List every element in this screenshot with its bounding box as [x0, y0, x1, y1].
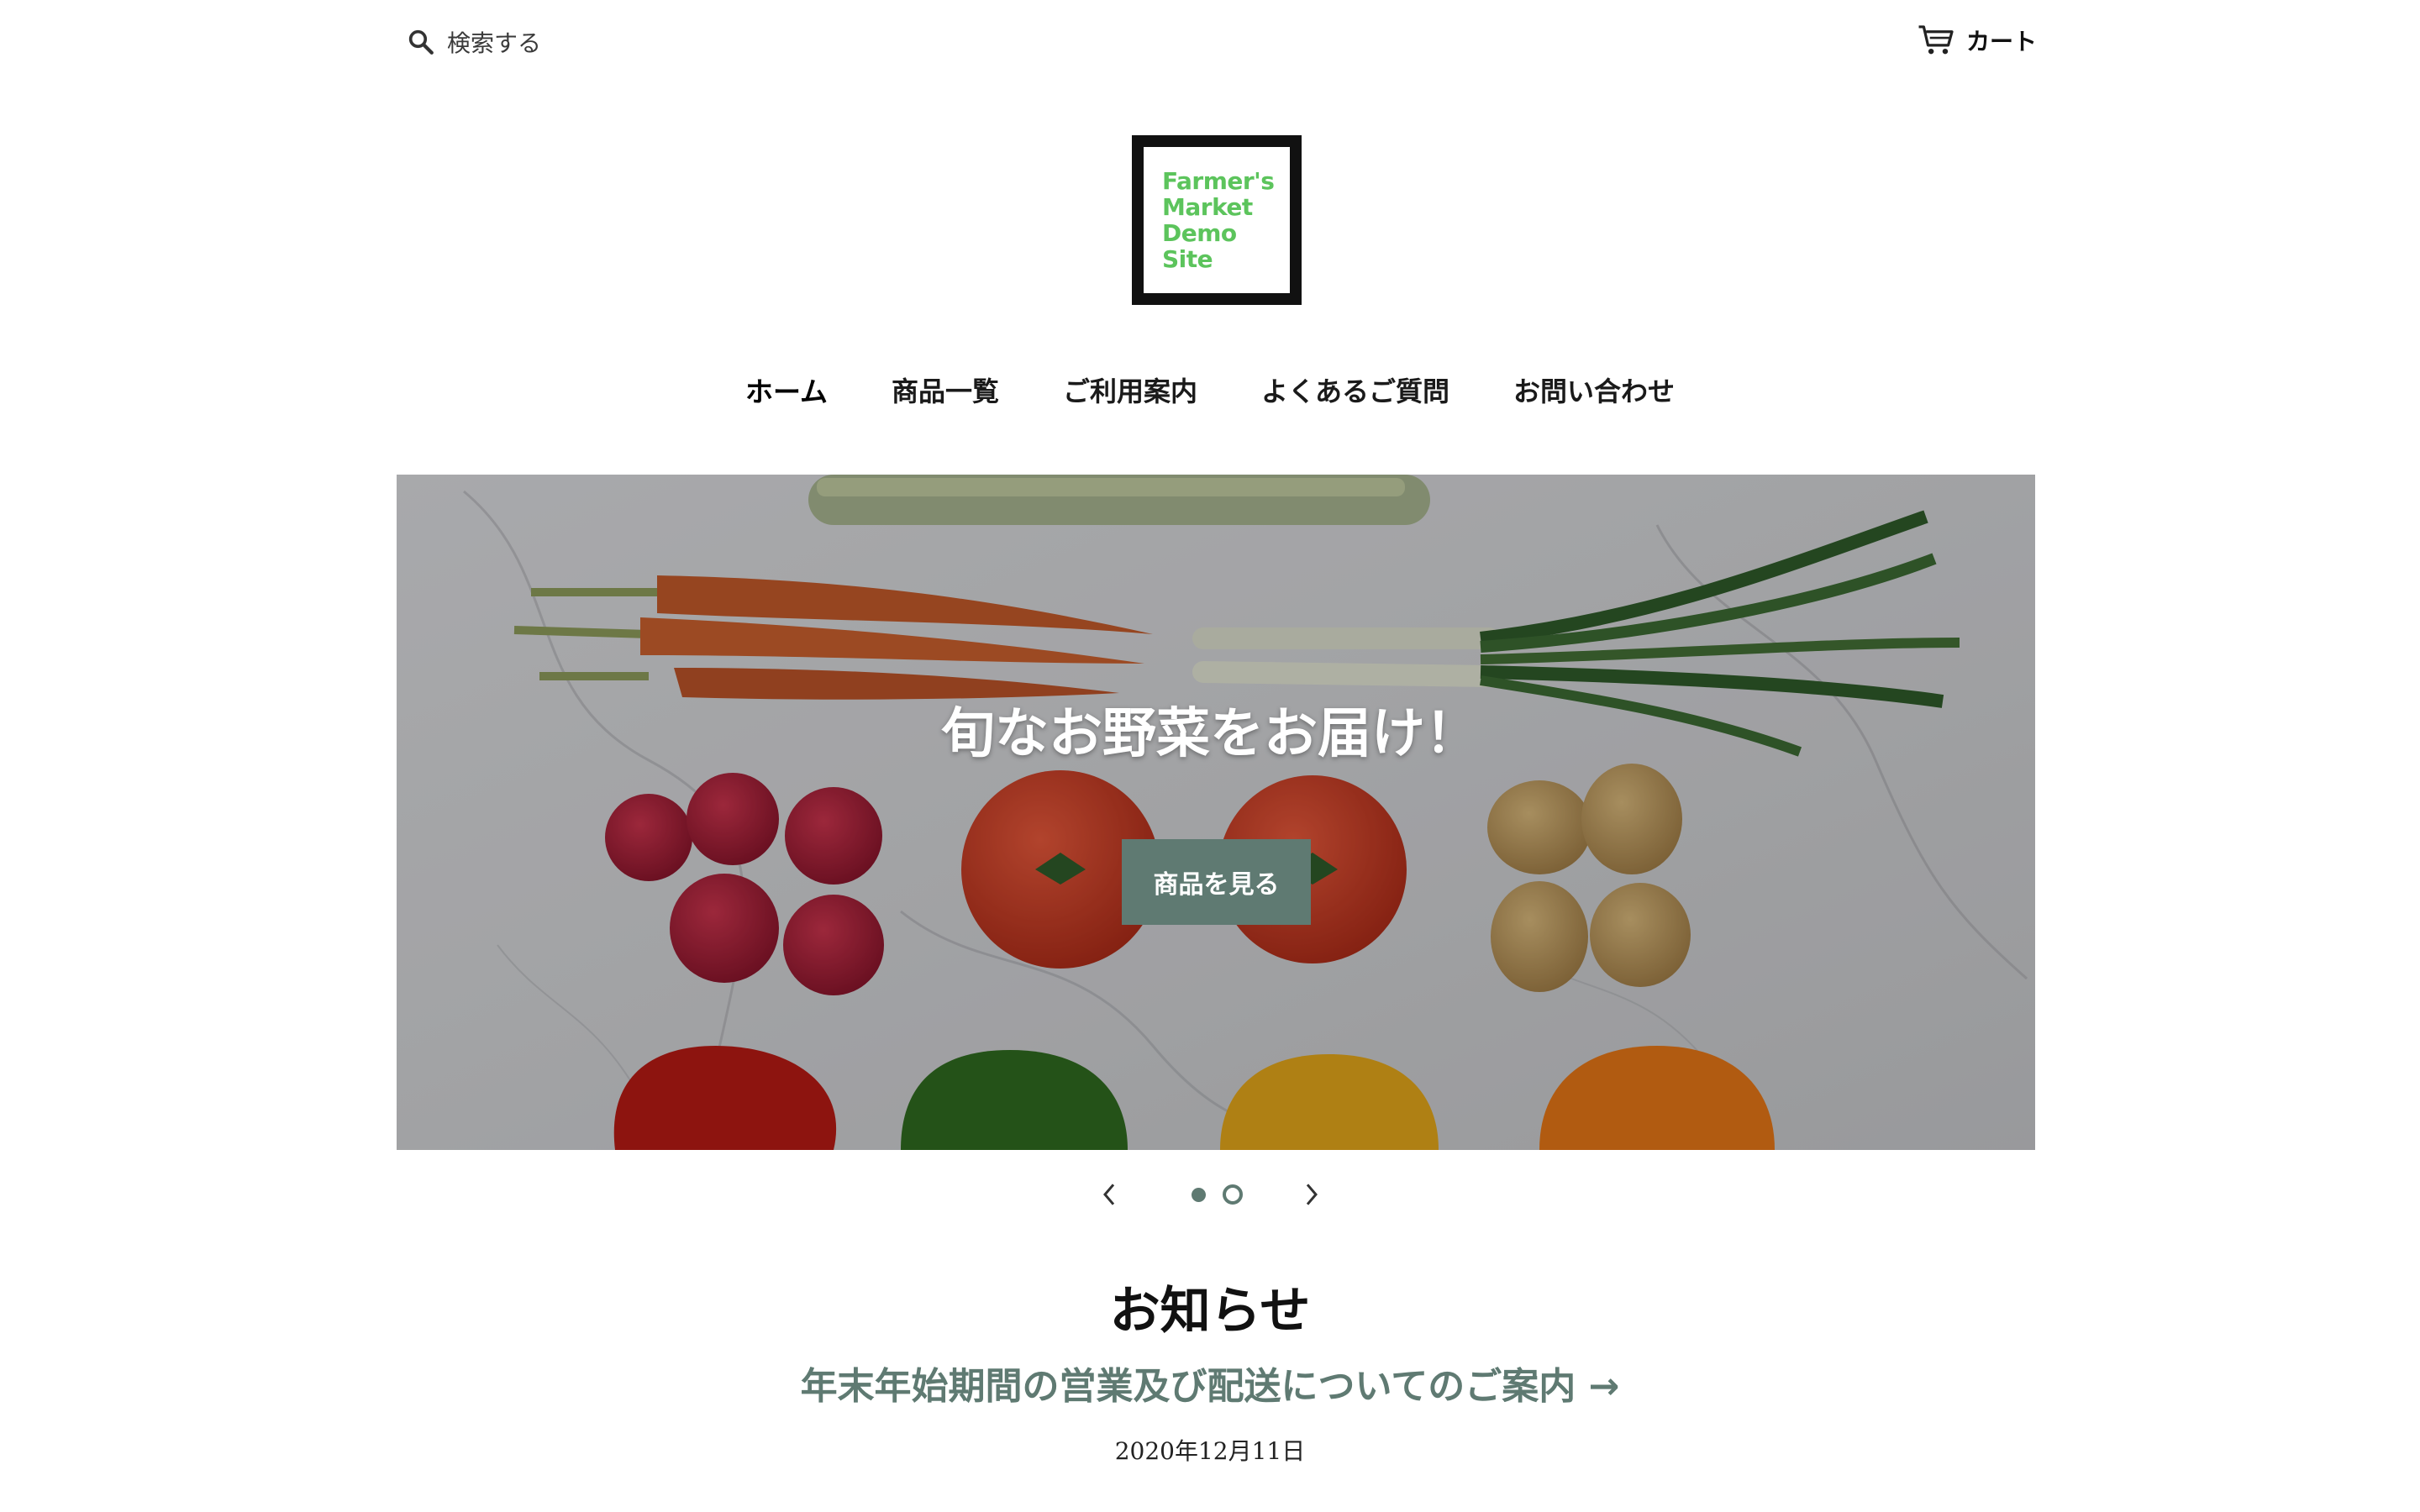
chevron-left-icon	[1102, 1184, 1114, 1205]
logo-text: Farmer's Market Demo Site	[1162, 167, 1275, 273]
logo-line: Farmer's	[1162, 167, 1275, 195]
slider-prev-button[interactable]	[1091, 1176, 1128, 1213]
nav-item-contact[interactable]: お問い合わせ	[1513, 370, 1675, 409]
nav-item-products[interactable]: 商品一覧	[892, 370, 999, 409]
slider-dot-2[interactable]	[1222, 1184, 1243, 1205]
search-icon	[408, 29, 434, 55]
search-field[interactable]: 検索する	[407, 24, 541, 60]
main-navigation: ホーム 商品一覧 ご利用案内 よくあるご質問 お問い合わせ	[0, 366, 2420, 413]
news-article-link[interactable]: 年末年始期間の営業及び配送についてのご案内 →	[0, 1356, 2420, 1410]
nav-item-faq[interactable]: よくあるご質問	[1261, 370, 1449, 409]
hero-slide-image	[397, 475, 2035, 1150]
cart-icon	[1918, 25, 1954, 55]
hero-title: 旬なお野菜をお届け！	[941, 703, 1479, 765]
storefront-page: 検索する カート Farmer's Market Demo Site ホーム 商…	[0, 0, 2420, 1512]
nav-item-guide[interactable]: ご利用案内	[1063, 370, 1197, 409]
logo-line: Site	[1162, 245, 1213, 273]
slider-controls	[0, 1176, 2420, 1213]
search-placeholder: 検索する	[447, 29, 542, 57]
cart-link[interactable]: カート	[1918, 22, 2037, 59]
logo-line: Market	[1162, 193, 1253, 221]
chevron-right-icon	[1306, 1184, 1318, 1205]
cart-label: カート	[1965, 28, 2037, 55]
view-products-button[interactable]: 商品を見る	[1122, 839, 1311, 925]
site-logo[interactable]: Farmer's Market Demo Site	[1132, 135, 1302, 305]
slider-dots	[1191, 1184, 1243, 1205]
nav-item-home[interactable]: ホーム	[745, 370, 828, 410]
slider-dot-1[interactable]	[1191, 1187, 1206, 1202]
slider-next-button[interactable]	[1293, 1176, 1330, 1213]
logo-line: Demo	[1162, 219, 1237, 247]
vegetables-image	[397, 475, 2035, 1150]
news-article-date: 2020年12月11日	[1114, 1437, 1306, 1465]
news-heading: お知らせ	[1109, 1282, 1311, 1341]
